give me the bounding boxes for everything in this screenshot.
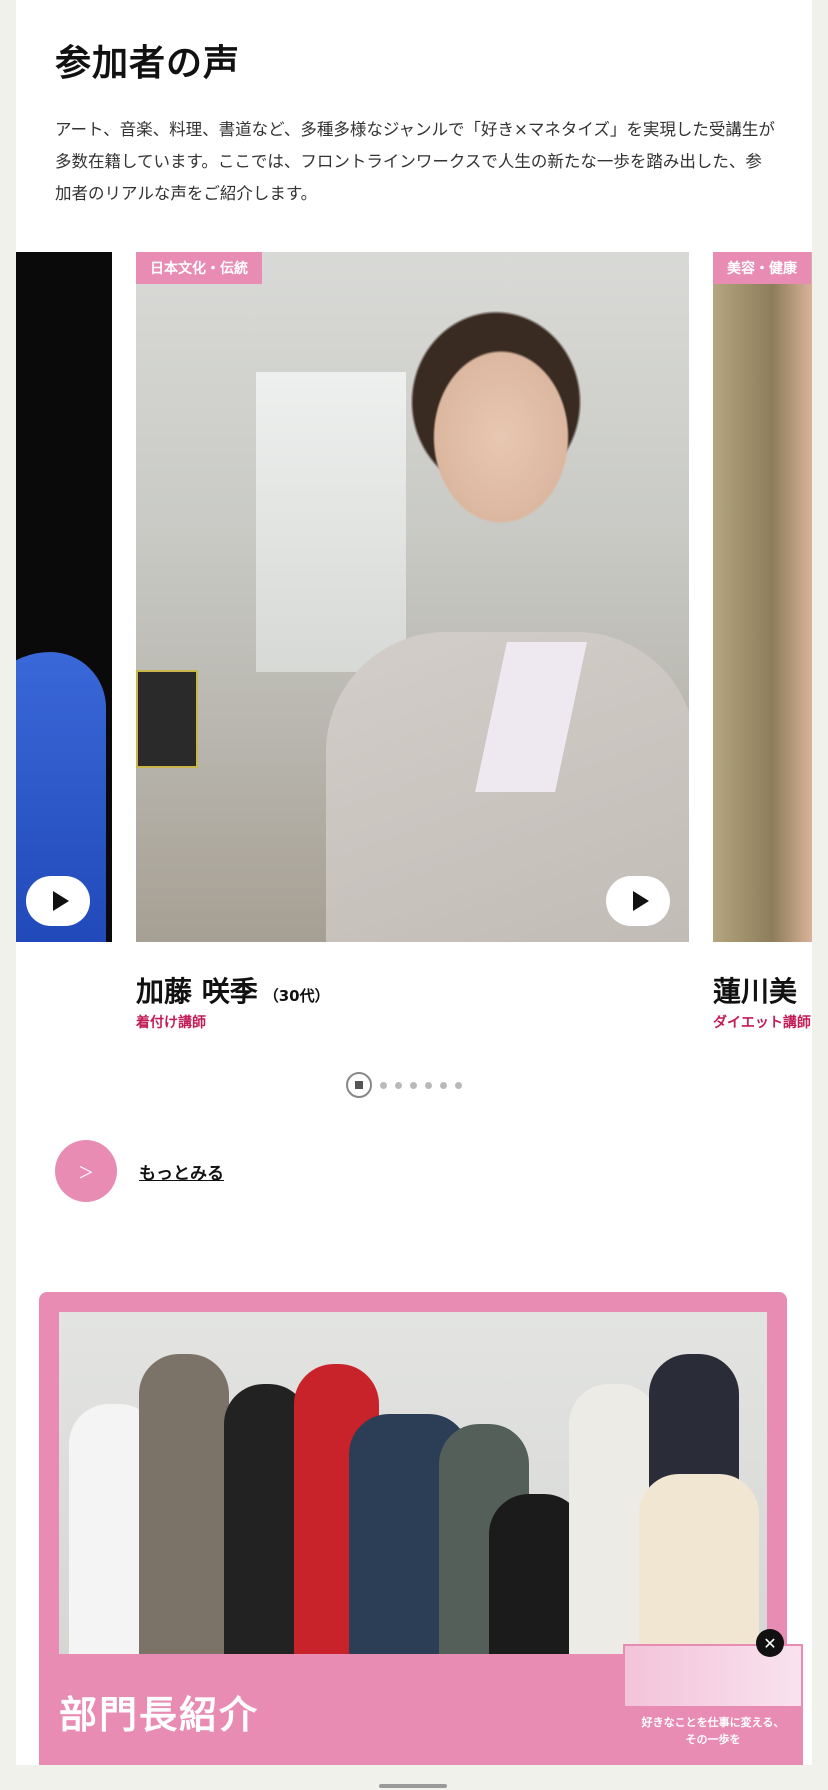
managers-title: 部門長紹介	[59, 1693, 260, 1737]
pagination-dot[interactable]	[395, 1081, 402, 1089]
participant-role: 着付け講師	[136, 1015, 206, 1031]
carousel-slide-next[interactable]: 美容・健康	[713, 252, 812, 942]
play-icon[interactable]	[26, 876, 90, 926]
participant-name: 加藤 咲季 （30代）	[136, 975, 330, 1008]
managers-banner[interactable]: 部門長紹介 好きなことを仕事に変える、 その一歩を	[39, 1292, 803, 1765]
pagination-dot[interactable]	[455, 1081, 462, 1089]
testimonial-carousel[interactable]: 日本文化・伝統 美容・健康 加藤 咲季 （30代） 着付け講師 蓮川美 ダイエット…	[16, 252, 812, 1031]
arrow-right-icon[interactable]: ＞	[55, 1140, 117, 1202]
participant-role: ダイエット講師	[713, 1015, 811, 1031]
participant-name: 蓮川美	[713, 975, 798, 1008]
category-tag: 日本文化・伝統	[136, 252, 262, 284]
carousel-slide-current[interactable]: 日本文化・伝統	[136, 252, 689, 942]
section-title: 参加者の声	[55, 43, 241, 84]
section-intro: アート、音楽、料理、書道など、多種多様なジャンルで「好き×マネタイズ」を実現した…	[55, 120, 775, 203]
pagination-dot[interactable]	[380, 1081, 387, 1089]
participant-age: （30代）	[263, 987, 330, 1005]
more-label[interactable]: もっとみる	[139, 1159, 224, 1184]
slide-photo	[713, 252, 812, 942]
category-tag: 美容・健康	[713, 252, 811, 284]
pause-icon	[355, 1081, 363, 1089]
more-link[interactable]: ＞ もっとみる	[55, 1140, 224, 1202]
pagination-dot[interactable]	[410, 1081, 417, 1089]
carousel-slide-previous[interactable]	[16, 252, 112, 942]
play-icon[interactable]	[606, 876, 670, 926]
close-icon[interactable]: ✕	[756, 1629, 784, 1657]
carousel-pagination	[346, 1072, 462, 1098]
pagination-dot[interactable]	[425, 1081, 432, 1089]
home-indicator	[379, 1784, 447, 1788]
group-photo	[59, 1312, 767, 1654]
mini-video-player[interactable]: 好きなことを仕事に変える、 その一歩を	[623, 1644, 803, 1765]
slide-photo	[136, 252, 689, 942]
mini-video-caption: その一歩を	[685, 1733, 741, 1746]
page: 参加者の声 アート、音楽、料理、書道など、多種多様なジャンルで「好き×マネタイズ…	[16, 0, 812, 1765]
mini-video-caption: 好きなことを仕事に変える、	[641, 1716, 785, 1729]
pause-button[interactable]	[346, 1072, 372, 1098]
pagination-dot[interactable]	[440, 1081, 447, 1089]
